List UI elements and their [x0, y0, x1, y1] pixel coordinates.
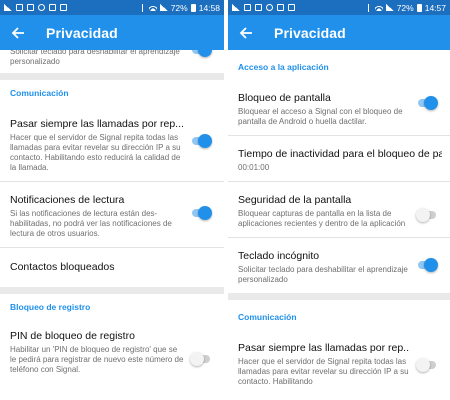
pref-title: Tiempo de inactividad para el bloqueo de… [238, 148, 442, 160]
incognito-keyboard-toggle[interactable] [190, 50, 212, 57]
pref-summary: Hacer que el servidor de Signal repita t… [238, 357, 409, 386]
screen-lock-pref[interactable]: Bloqueo de pantalla Bloquear el acceso a… [228, 78, 450, 135]
blocked-contacts-pref[interactable]: Contactos bloqueados [0, 248, 224, 287]
incognito-keyboard-pref[interactable]: Teclado incógnito Solicitar teclado para… [228, 238, 450, 293]
app-bar: Privacidad [0, 15, 224, 50]
pref-title: Seguridad de la pantalla [238, 194, 352, 206]
incognito-keyboard-toggle[interactable] [416, 258, 438, 272]
clock: 14:58 [198, 2, 220, 13]
notification-icon [255, 4, 262, 11]
pref-summary: Bloquear el acceso a Signal con el bloqu… [238, 107, 403, 126]
screen-security-pref[interactable]: Seguridad de la pantalla Bloquear captur… [228, 182, 450, 237]
read-receipts-pref[interactable]: Notificaciones de lectura Si las notific… [0, 182, 224, 247]
notification-icon [60, 4, 67, 11]
always-relay-calls-toggle[interactable] [190, 134, 212, 148]
notification-icon [266, 4, 273, 11]
pref-title: PIN de bloqueo de registro [10, 330, 135, 342]
pref-summary: 00:01:00 [238, 163, 270, 172]
pref-title: Bloqueo de pantalla [238, 92, 331, 104]
notification-icon [38, 4, 45, 11]
signal-icon [232, 4, 240, 11]
battery-percent: 72% [170, 2, 188, 13]
incognito-keyboard-pref[interactable]: Solicitar teclado para deshabilitar el a… [0, 50, 224, 73]
back-arrow-icon[interactable] [10, 25, 26, 41]
section-header-acceso: Acceso a la aplicación [238, 62, 329, 72]
gallery-icon [49, 4, 56, 11]
wifi-icon [374, 4, 383, 11]
read-receipts-toggle[interactable] [190, 206, 212, 220]
pref-title: Pasar siempre las llamadas por rep... [238, 342, 410, 354]
pref-summary: Si las notificaciones de lectura están d… [10, 209, 172, 238]
section-header-bloqueo-registro: Bloqueo de registro [10, 302, 91, 312]
right-screen: 72% 14:57 Privacidad Acceso a la aplicac… [228, 0, 450, 400]
signal-icon [4, 4, 12, 11]
pref-title: Contactos bloqueados [10, 261, 115, 273]
battery-icon [416, 3, 422, 12]
notification-icon [244, 4, 251, 11]
notification-icon [27, 4, 34, 11]
pref-title: Teclado incógnito [238, 250, 320, 262]
cell-signal-icon [159, 4, 168, 11]
always-relay-calls-pref[interactable]: Pasar siempre las llamadas por rep... Ha… [228, 328, 450, 395]
wifi-icon [148, 4, 157, 11]
section-divider [0, 73, 224, 80]
pref-summary: Bloquear capturas de pantalla en la list… [238, 209, 406, 228]
notification-icon [16, 4, 23, 11]
page-title: Privacidad [46, 24, 118, 41]
pref-title: Notificaciones de lectura [10, 194, 125, 206]
pref-summary: Solicitar teclado para deshabilitar el a… [238, 265, 408, 284]
cell-signal-icon [385, 4, 394, 11]
page-title: Privacidad [274, 24, 346, 41]
bluetooth-icon [141, 3, 146, 12]
registration-lock-pin-pref[interactable]: PIN de bloqueo de registro Habilitar un … [0, 318, 224, 383]
always-relay-calls-pref[interactable]: Pasar siempre las llamadas por rep... Ha… [0, 104, 224, 181]
notification-icon [288, 4, 295, 11]
pref-title: Pasar siempre las llamadas por rep... [10, 118, 184, 130]
pref-summary: Hacer que el servidor de Signal repita t… [10, 133, 181, 172]
battery-icon [190, 3, 196, 12]
left-screen: 72% 14:58 Privacidad Solicitar teclado p… [0, 0, 224, 400]
screen-security-toggle[interactable] [416, 208, 438, 222]
app-bar: Privacidad [228, 15, 450, 50]
screen-lock-toggle[interactable] [416, 96, 438, 110]
bluetooth-icon [367, 3, 372, 12]
gallery-icon [277, 4, 284, 11]
pref-summary: Habilitar un 'PIN de bloqueo de registro… [10, 345, 184, 374]
status-bar: 72% 14:57 [228, 0, 450, 15]
section-header-comunicacion: Comunicación [238, 312, 297, 322]
always-relay-calls-toggle[interactable] [416, 358, 438, 372]
settings-list: Acceso a la aplicación Bloqueo de pantal… [228, 50, 450, 400]
back-arrow-icon[interactable] [238, 25, 254, 41]
registration-lock-pin-toggle[interactable] [190, 352, 212, 366]
clock: 14:57 [424, 2, 446, 13]
status-bar: 72% 14:58 [0, 0, 224, 15]
battery-percent: 72% [396, 2, 414, 13]
section-divider [0, 287, 224, 294]
inactivity-timeout-pref[interactable]: Tiempo de inactividad para el bloqueo de… [228, 136, 450, 181]
section-header-comunicacion: Comunicación [10, 88, 69, 98]
pref-summary: Solicitar teclado para deshabilitar el a… [10, 50, 180, 66]
section-divider [228, 293, 450, 300]
settings-list: Solicitar teclado para deshabilitar el a… [0, 50, 224, 400]
